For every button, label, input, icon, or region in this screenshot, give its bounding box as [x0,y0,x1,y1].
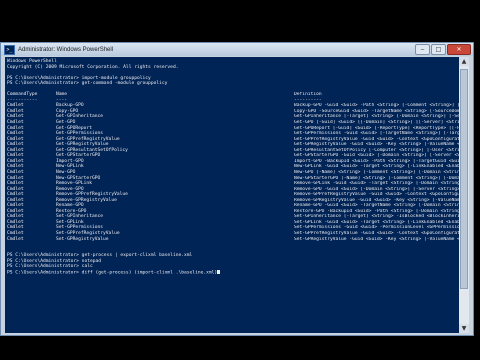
console-line: PS C:\Users\Administrator> diff (get-pro… [7,269,221,276]
minimize-button[interactable]: ‒ [415,44,430,55]
window-title: Administrator: Windows PowerShell [18,46,114,53]
console-line: PS C:\Users\Administrator> get-process |… [7,253,193,259]
arrow-up-icon[interactable]: ▲ [459,57,469,66]
scrollbar-thumb[interactable] [460,69,468,289]
maximize-button[interactable]: □ [431,44,446,55]
console-header-lines: Windows PowerShell Copyright (C) 2009 Mic… [7,59,178,92]
title-bar[interactable]: >_ Administrator: Windows PowerShell ‒ □… [1,43,473,56]
window-controls: ‒ □ ✕ [415,44,471,55]
close-button[interactable]: ✕ [447,44,471,55]
powershell-window: >_ Administrator: Windows PowerShell ‒ □… [0,42,474,336]
console-output[interactable]: Windows PowerShell Copyright (C) 2009 Mic… [5,57,460,333]
console-footer-lines: PS C:\Users\Administrator> get-process |… [7,242,221,276]
arrow-down-icon[interactable]: ▼ [459,324,469,333]
console-line: PS C:\Users\Administrator> get-command -… [7,81,168,87]
console-line: Copyright (C) 2009 Microsoft Corporation… [7,64,179,70]
definition-cell: Set-GPRegistryValue -Guid <Guid> -Key <S… [294,236,460,242]
text-cursor [217,269,221,274]
vertical-scrollbar[interactable]: ▲ ▼ [459,57,469,333]
powershell-icon[interactable]: >_ [4,44,15,55]
